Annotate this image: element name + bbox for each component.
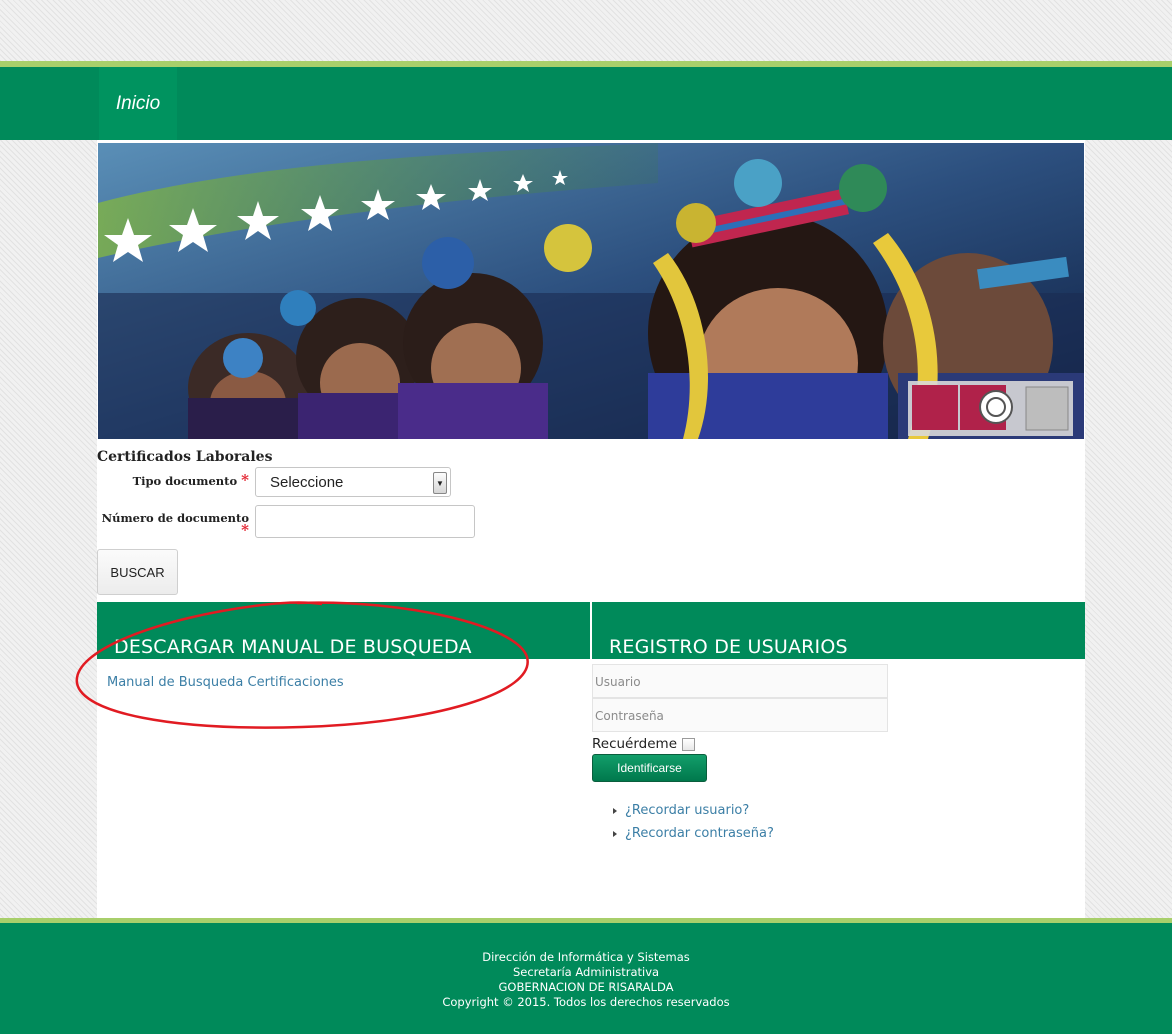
doc-number-label-line1: Número de [101, 511, 174, 525]
dropdown-arrow-icon[interactable]: ▼ [433, 472, 447, 494]
annotation-ellipse [75, 601, 529, 729]
banner-illustration [98, 143, 1084, 439]
top-navigation-bar: Inicio [0, 67, 1172, 140]
recover-username-link[interactable]: ¿Recordar usuario? [625, 803, 749, 818]
doc-type-label-text: Tipo documento [132, 474, 238, 488]
doc-type-selected-value: Seleccione [270, 474, 344, 491]
login-section-header: REGISTRO DE USUARIOS [592, 602, 1085, 659]
bullet-arrow-icon [613, 830, 617, 837]
doc-type-label: Tipo documento * [119, 471, 249, 489]
list-item: ¿Recordar contraseña? [613, 822, 774, 845]
doc-type-select[interactable]: Seleccione ▼ [255, 467, 451, 497]
required-mark: * [241, 471, 249, 489]
password-input[interactable]: Contraseña [592, 698, 888, 732]
remember-me-checkbox[interactable] [682, 737, 696, 751]
nav-home-link[interactable]: Inicio [99, 67, 177, 140]
footer-text: Dirección de Informática y Sistemas Secr… [0, 950, 1172, 1010]
remember-me-row: Recuérdeme [592, 736, 696, 752]
doc-number-label: Número de documento * [97, 512, 249, 538]
footer-line-2: Secretaría Administrativa [512, 965, 660, 979]
doc-number-input[interactable] [255, 505, 475, 538]
search-button[interactable]: BUSCAR [97, 549, 178, 595]
bullet-arrow-icon [613, 807, 617, 814]
remember-me-label: Recuérdeme [592, 736, 678, 752]
doc-number-label-line2: documento [177, 511, 249, 525]
recover-password-link[interactable]: ¿Recordar contraseña? [625, 826, 774, 841]
required-mark: * [241, 521, 249, 539]
iso-certification-badge [908, 381, 1073, 436]
recover-links-list: ¿Recordar usuario? ¿Recordar contraseña? [613, 799, 774, 845]
username-input[interactable]: Usuario [592, 664, 888, 698]
main-content: Certificados Laborales Tipo documento * … [75, 140, 1085, 918]
header-banner-image [98, 143, 1084, 439]
login-section-title: REGISTRO DE USUARIOS [609, 636, 848, 658]
footer-line-4: Copyright © 2015. Todos los derechos res… [442, 995, 730, 1009]
form-title: Certificados Laborales [97, 449, 273, 465]
list-item: ¿Recordar usuario? [613, 799, 774, 822]
login-button[interactable]: Identificarse [592, 754, 707, 782]
footer-line-3: GOBERNACION DE RISARALDA [498, 980, 674, 994]
footer-line-1: Dirección de Informática y Sistemas [482, 950, 690, 964]
footer: Dirección de Informática y Sistemas Secr… [0, 923, 1172, 1034]
